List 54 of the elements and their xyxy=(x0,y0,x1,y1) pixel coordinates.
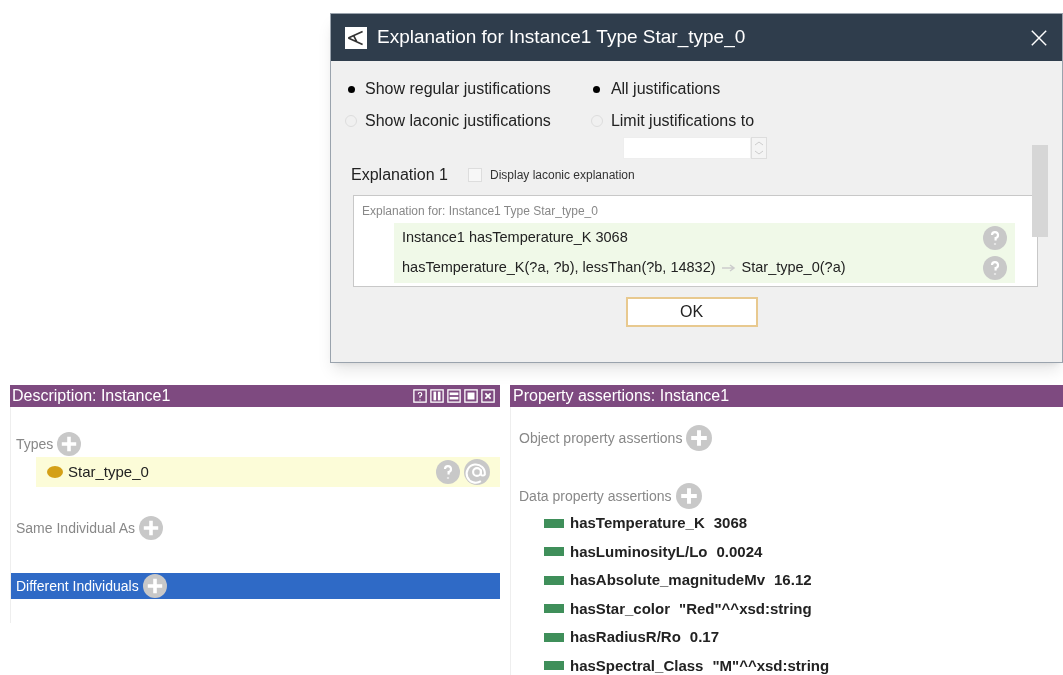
app-icon xyxy=(345,26,367,49)
section-header[interactable]: Same Individual As xyxy=(11,515,500,541)
data-property-icon xyxy=(544,661,564,671)
class-icon xyxy=(46,465,64,479)
window-title: Explanation for Instance1 Type Star_type_0 xyxy=(377,25,747,50)
explanation-title: Explanation 1 xyxy=(351,165,448,185)
panel-title: Description: Instance1 xyxy=(12,386,172,406)
section-header[interactable]: Different Individuals xyxy=(11,573,500,599)
help-icon[interactable] xyxy=(413,389,427,403)
radio-label: Show laconic justifications xyxy=(365,111,551,131)
radio-label: All justifications xyxy=(610,79,721,99)
property-name: hasAbsolute_magnitudeMv xyxy=(570,570,766,590)
axiom-text: Instance1 hasTemperature_K 3068 xyxy=(402,228,629,248)
property-name: hasRadiusR/Ro xyxy=(570,627,681,647)
spinner-icon[interactable] xyxy=(750,137,767,159)
property-value: 0.0024 xyxy=(716,541,763,562)
data-property-icon xyxy=(544,604,564,614)
property-name: hasStar_color xyxy=(570,598,671,619)
section-label: Object property assertions xyxy=(519,428,683,448)
section-header[interactable]: Types xyxy=(11,431,500,457)
maximize-icon[interactable] xyxy=(464,389,478,403)
data-property-icon xyxy=(544,518,564,528)
data-property-icon xyxy=(544,575,564,585)
data-property-icon xyxy=(544,632,564,642)
close-icon[interactable] xyxy=(1030,28,1048,47)
rule-head: Star_type_0(?a) xyxy=(741,258,846,278)
property-name: hasSpectral_Class xyxy=(570,655,704,675)
explanation-header: Explanation for: Instance1 Type Star_type_0 xyxy=(362,203,599,220)
property-value: "M"^^xsd:string xyxy=(712,655,830,675)
checkbox-label: Display laconic explanation xyxy=(489,167,635,184)
ok-button[interactable]: OK xyxy=(625,297,758,327)
property-value: "Red"^^xsd:string xyxy=(679,598,812,619)
close-icon[interactable] xyxy=(481,389,495,403)
number-field[interactable] xyxy=(622,137,751,159)
data-property-icon xyxy=(544,547,564,557)
property-value: 3068 xyxy=(713,513,748,533)
property-name: hasLuminosityL/Lo xyxy=(570,541,708,562)
arrow-icon xyxy=(721,264,736,272)
rule-body: hasTemperature_K(?a, ?b), lessThan(?b, 14832) xyxy=(402,258,716,278)
checkbox[interactable] xyxy=(467,168,482,182)
property-value: 16.12 xyxy=(774,570,812,590)
scrollbar[interactable] xyxy=(1032,145,1048,237)
split-vertical-icon[interactable] xyxy=(430,389,444,403)
panel-title: Property assertions: Instance1 xyxy=(513,386,730,406)
property-value: 0.17 xyxy=(689,627,720,647)
radio-label: Show regular justifications xyxy=(365,79,551,99)
type-name: Star_type_0 xyxy=(68,461,150,482)
property-name: hasTemperature_K xyxy=(570,513,705,533)
split-horizontal-icon[interactable] xyxy=(447,389,461,403)
type-row[interactable]: Star_type_0 xyxy=(36,457,500,487)
annotation-icon[interactable] xyxy=(464,459,490,485)
add-icon[interactable] xyxy=(142,574,167,598)
radio-label: Limit justifications to xyxy=(610,111,755,131)
section-label: Data property assertions xyxy=(519,486,672,506)
